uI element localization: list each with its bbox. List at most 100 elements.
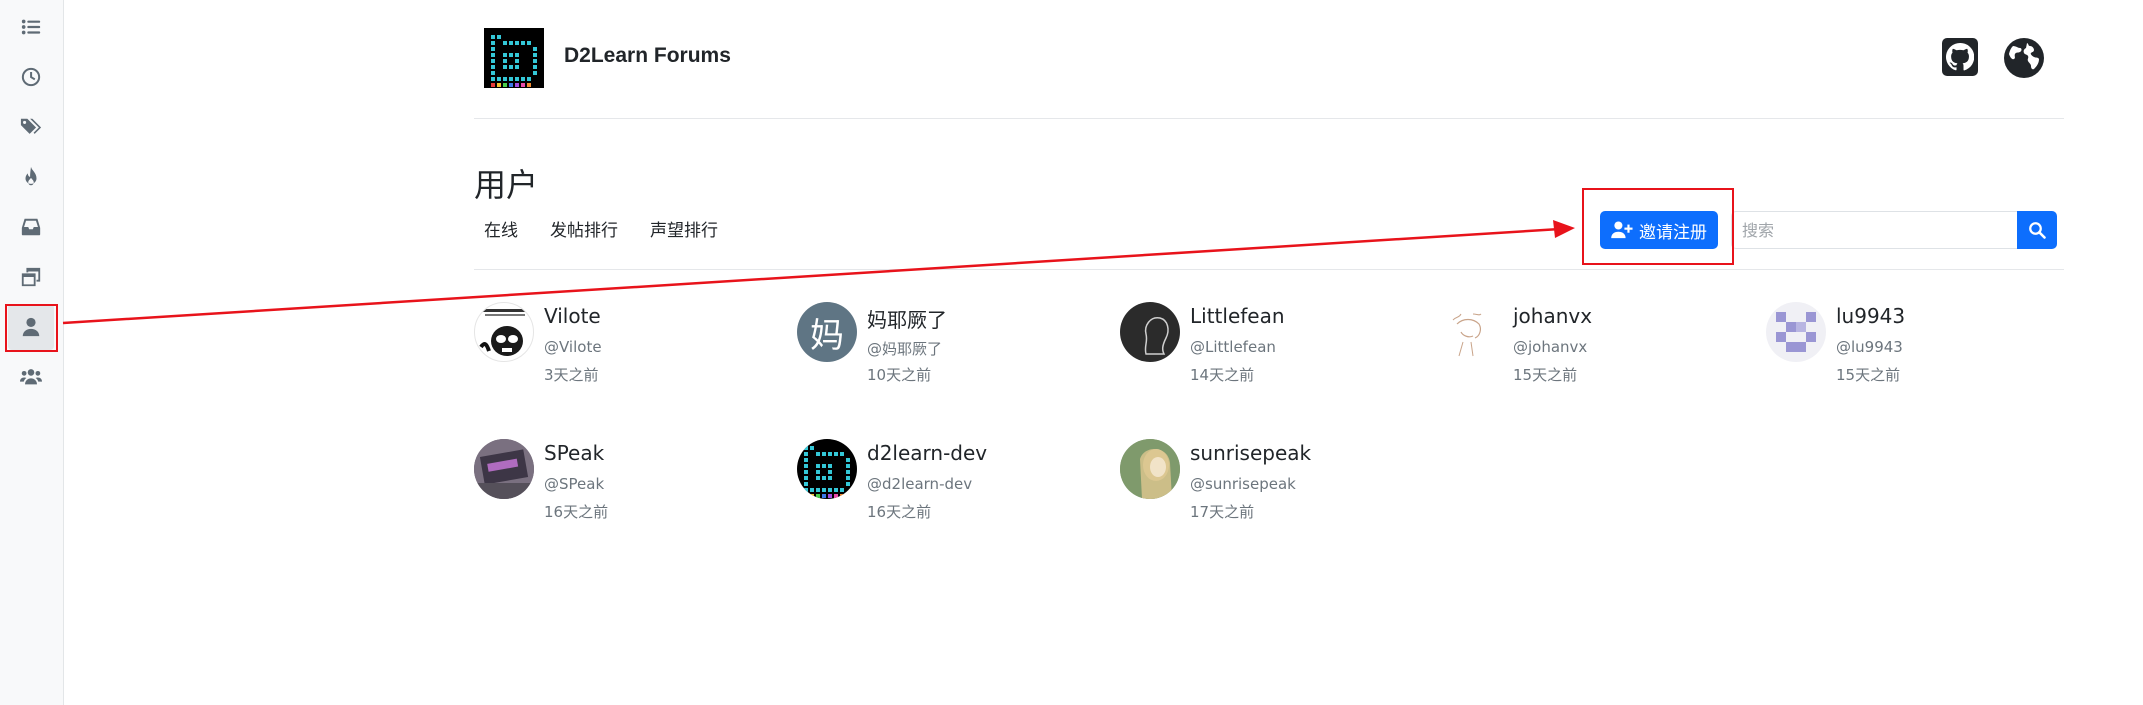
logo-pixel [809, 445, 815, 451]
logo-pixel [845, 475, 851, 481]
user-card[interactable]: SPeak @SPeak 16天之前 [474, 439, 774, 529]
logo-pixel [815, 451, 821, 457]
logo-pixel [845, 469, 851, 475]
logo-pixel [526, 76, 532, 82]
logo-pixel [803, 445, 809, 451]
avatar [797, 439, 857, 499]
logo-pixel [821, 493, 827, 499]
sidebar-item-tags[interactable] [8, 104, 54, 150]
user-name[interactable]: johanvx [1513, 304, 1592, 328]
logo-pixel [502, 58, 508, 64]
list-icon [21, 19, 41, 35]
search-icon [2029, 222, 2046, 239]
logo-pixel [833, 493, 839, 499]
logo-pixel [508, 64, 514, 70]
site-name[interactable]: D2Learn Forums [564, 44, 731, 68]
user-name[interactable]: 妈耶厥了 [867, 304, 947, 333]
logo-pixel [827, 463, 833, 469]
user-last-seen: 10天之前 [867, 366, 932, 384]
logo-pixel [532, 52, 538, 58]
user-name[interactable]: sunrisepeak [1190, 441, 1311, 465]
user-last-seen: 15天之前 [1513, 366, 1578, 384]
logo-pixel [496, 82, 502, 88]
user-handle: @sunrisepeak [1190, 475, 1296, 493]
tab-reputation-ranking[interactable]: 声望排行 [650, 216, 718, 241]
logo-pixel [827, 487, 833, 493]
logo-pixel [508, 52, 514, 58]
user-plus-icon [1611, 221, 1633, 239]
logo-pixel [815, 475, 821, 481]
user-handle: @SPeak [544, 475, 605, 493]
sidebar-item-windows[interactable] [8, 254, 54, 300]
avatar [474, 439, 534, 499]
logo-pixel [827, 493, 833, 499]
invite-register-label: 邀请注册 [1639, 222, 1707, 243]
user-card[interactable]: 妈 妈耶厥了 @妈耶厥了 10天之前 [797, 302, 1097, 392]
page-title: 用户 [474, 166, 539, 204]
user-card[interactable]: Littlefean @Littlefean 14天之前 [1120, 302, 1420, 392]
logo-pixel [508, 82, 514, 88]
user-card[interactable]: sunrisepeak @sunrisepeak 17天之前 [1120, 439, 1420, 529]
logo-pixel [514, 64, 520, 70]
user-card[interactable]: lu9943 @lu9943 15天之前 [1766, 302, 2066, 392]
logo-pixel [839, 493, 845, 499]
user-name[interactable]: Littlefean [1190, 304, 1285, 328]
clock-icon [21, 67, 41, 87]
user-last-seen: 3天之前 [544, 366, 599, 384]
logo-pixel [502, 64, 508, 70]
logo-pixel [809, 487, 815, 493]
logo-pixel [803, 451, 809, 457]
user-card[interactable]: johanvx @johanvx 15天之前 [1443, 302, 1743, 392]
logo-pixel [827, 469, 833, 475]
user-name[interactable]: SPeak [544, 441, 604, 465]
sidebar-item-list[interactable] [8, 4, 54, 50]
logo-pixel [821, 487, 827, 493]
logo-pixel [490, 46, 496, 52]
logo-pixel [845, 481, 851, 487]
avatar: 妈 [797, 302, 857, 362]
site-logo[interactable] [484, 28, 544, 88]
logo-pixel [490, 70, 496, 76]
logo-pixel [514, 40, 520, 46]
tab-online[interactable]: 在线 [484, 216, 518, 241]
fire-icon [25, 166, 37, 186]
logo-pixel [490, 64, 496, 70]
search-button[interactable] [2017, 211, 2057, 249]
user-name[interactable]: Vilote [544, 304, 601, 328]
language-button[interactable] [2003, 37, 2045, 79]
logo-pixel [490, 76, 496, 82]
sidebar-item-groups[interactable] [8, 354, 54, 400]
logo-pixel [526, 82, 532, 88]
logo-pixel [803, 457, 809, 463]
logo-pixel [821, 451, 827, 457]
github-button[interactable] [1942, 38, 1978, 76]
logo-pixel [508, 40, 514, 46]
logo-pixel [514, 52, 520, 58]
logo-pixel [496, 34, 502, 40]
user-name[interactable]: lu9943 [1836, 304, 1905, 328]
tab-post-ranking[interactable]: 发帖排行 [550, 216, 618, 241]
user-search-input[interactable] [1731, 211, 2017, 249]
sidebar-item-inbox[interactable] [8, 204, 54, 250]
logo-pixel [502, 76, 508, 82]
logo-pixel [845, 463, 851, 469]
user-card[interactable]: d2learn-dev @d2learn-dev 16天之前 [797, 439, 1097, 529]
user-last-seen: 14天之前 [1190, 366, 1255, 384]
sidebar-item-users[interactable] [8, 304, 54, 350]
invite-register-button[interactable]: 邀请注册 [1600, 211, 1718, 249]
logo-pixel [827, 475, 833, 481]
sidebar-item-recent[interactable] [8, 54, 54, 100]
user-handle: @lu9943 [1836, 338, 1903, 356]
user-last-seen: 16天之前 [544, 503, 609, 521]
site-header: D2Learn Forums [474, 0, 2064, 119]
user-last-seen: 16天之前 [867, 503, 932, 521]
logo-pixel [490, 82, 496, 88]
logo-pixel [803, 469, 809, 475]
sidebar-item-popular[interactable] [8, 154, 54, 200]
logo-pixel [502, 82, 508, 88]
github-icon [1946, 43, 1974, 71]
user-card[interactable]: Vilote @Vilote 3天之前 [474, 302, 774, 392]
user-name[interactable]: d2learn-dev [867, 441, 987, 465]
logo-pixel [815, 463, 821, 469]
avatar [1443, 302, 1503, 362]
